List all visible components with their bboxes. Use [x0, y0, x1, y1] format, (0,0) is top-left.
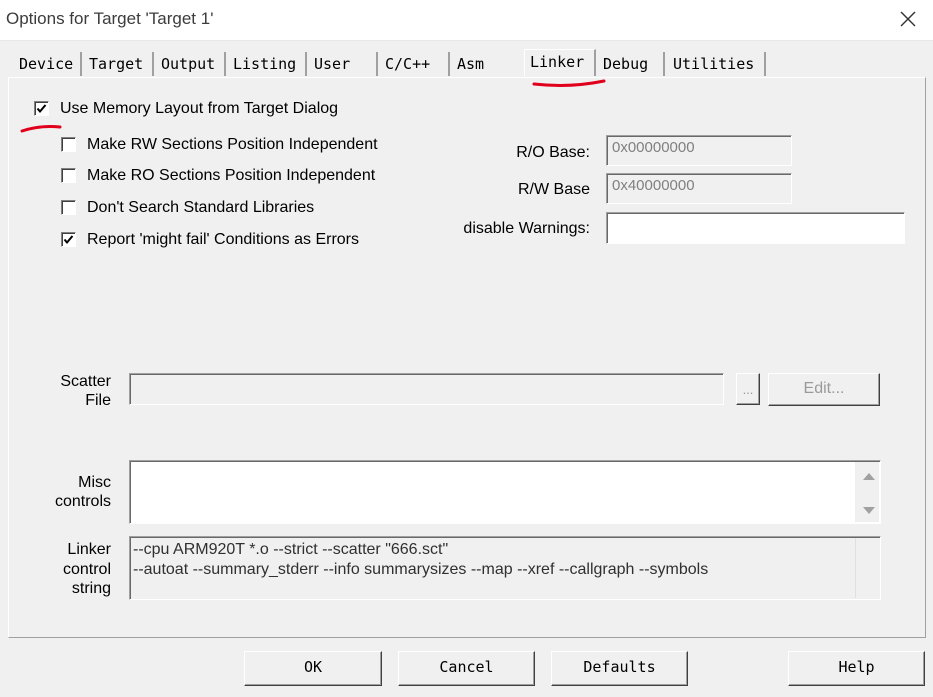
- linker-control-line-2: --autoat --summary_stderr --info summary…: [133, 561, 709, 578]
- window-title: Options for Target 'Target 1': [6, 9, 214, 28]
- tab-user[interactable]: User: [309, 52, 378, 76]
- tab-cpp[interactable]: C/C++: [380, 52, 450, 76]
- dont-search-std-libs-label: Don't Search Standard Libraries: [87, 199, 315, 216]
- title-bar: Options for Target 'Target 1': [0, 0, 933, 41]
- disable-warnings-label: disable Warnings:: [463, 220, 590, 237]
- scroll-down-icon[interactable]: [862, 506, 876, 516]
- scroll-up-icon[interactable]: [862, 471, 876, 481]
- make-ro-independent-label: Make RO Sections Position Independent: [87, 167, 376, 184]
- scatter-file-label-line1: Scatter: [60, 373, 111, 390]
- rw-base-label: R/W Base: [517, 181, 590, 198]
- ro-base-field[interactable]: 0x00000000: [606, 135, 792, 166]
- make-ro-independent-checkbox[interactable]: [61, 168, 76, 183]
- annotation-underline-linker: [532, 79, 606, 87]
- tab-linker[interactable]: Linker: [524, 49, 596, 76]
- cancel-button[interactable]: Cancel: [398, 651, 535, 686]
- misc-controls-label-line2: controls: [54, 493, 111, 510]
- tab-utilities[interactable]: Utilities: [668, 52, 766, 76]
- linker-control-line-1: --cpu ARM920T *.o --strict --scatter "66…: [133, 541, 449, 558]
- tab-listing[interactable]: Listing: [228, 52, 307, 76]
- defaults-button[interactable]: Defaults: [551, 651, 688, 686]
- tab-output[interactable]: Output: [156, 52, 226, 76]
- disable-warnings-input[interactable]: [606, 212, 905, 244]
- check-icon: [36, 104, 47, 114]
- report-might-fail-checkbox[interactable]: [61, 232, 76, 247]
- use-memory-layout-label: Use Memory Layout from Target Dialog: [60, 100, 339, 117]
- linker-control-scrollbar[interactable]: [855, 538, 880, 598]
- annotation-underline-checkbox: [20, 125, 62, 133]
- tab-debug[interactable]: Debug: [598, 52, 665, 76]
- dont-search-std-libs-checkbox[interactable]: [61, 200, 76, 215]
- linker-control-label-line3: string: [71, 580, 111, 597]
- make-rw-independent-label: Make RW Sections Position Independent: [87, 136, 378, 153]
- make-rw-independent-checkbox[interactable]: [61, 137, 76, 152]
- help-button[interactable]: Help: [788, 651, 925, 686]
- report-might-fail-label: Report 'might fail' Conditions as Errors: [87, 231, 359, 248]
- ok-button[interactable]: OK: [244, 651, 382, 686]
- linker-control-label-line2: control: [62, 561, 111, 578]
- scatter-file-field[interactable]: [129, 373, 724, 405]
- close-icon[interactable]: [898, 9, 918, 29]
- check-icon: [63, 235, 74, 245]
- misc-controls-label-line1: Misc: [78, 474, 111, 491]
- scatter-edit-button[interactable]: Edit...: [768, 373, 880, 406]
- scatter-file-label-line2: File: [85, 392, 111, 409]
- scatter-browse-button[interactable]: ...: [736, 373, 760, 405]
- misc-controls-input[interactable]: [129, 460, 881, 524]
- tab-device[interactable]: Device: [14, 52, 82, 76]
- linker-control-label-line1: Linker: [67, 541, 111, 558]
- tab-asm[interactable]: Asm: [452, 52, 522, 76]
- rw-base-field[interactable]: 0x40000000: [606, 173, 792, 204]
- ro-base-label: R/O Base:: [516, 144, 590, 161]
- use-memory-layout-checkbox[interactable]: [34, 101, 49, 116]
- tab-target[interactable]: Target: [84, 52, 154, 76]
